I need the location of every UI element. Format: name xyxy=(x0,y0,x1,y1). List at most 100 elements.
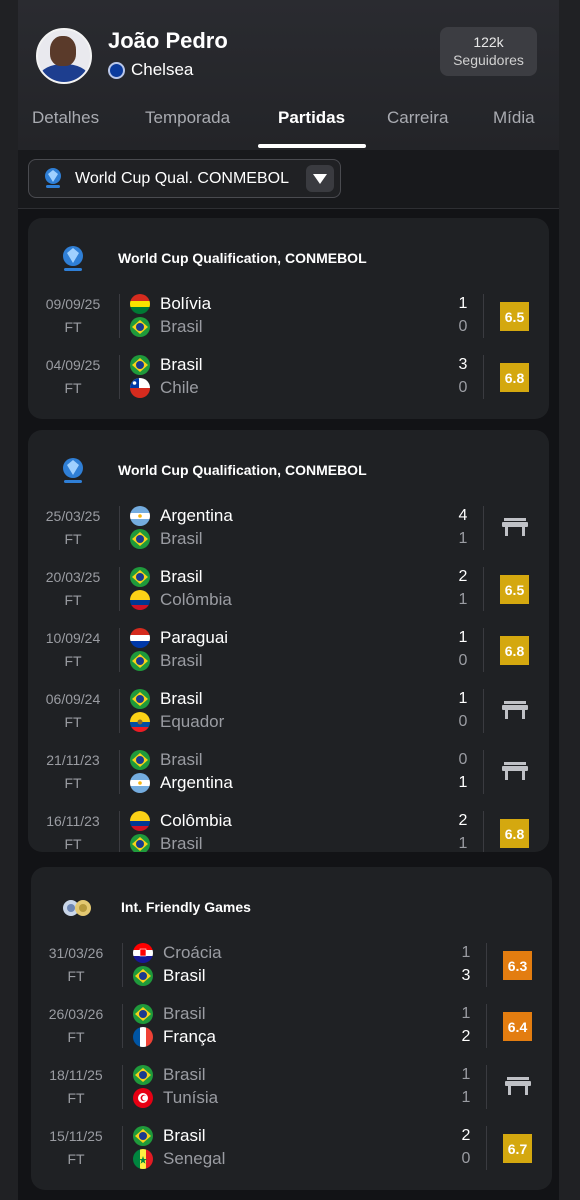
competition-header[interactable]: Int. Friendly Games xyxy=(31,867,552,937)
away-team-name: Senegal xyxy=(163,1149,226,1168)
rating-badge[interactable]: 6.5 xyxy=(500,575,529,604)
match-row[interactable]: 04/09/25 FT Brasil Chile 3 0 6.8 xyxy=(28,349,549,410)
away-team-name: Brasil xyxy=(160,317,203,336)
match-row[interactable]: 10/09/24 FT Paraguai Brasil 1 0 6.8 xyxy=(28,622,549,683)
divider xyxy=(119,294,120,338)
club-name: Chelsea xyxy=(131,60,194,79)
player-name: João Pedro xyxy=(108,28,228,53)
match-row[interactable]: 20/03/25 FT Brasil Colômbia 2 1 6.5 xyxy=(28,561,549,622)
home-team-name: Brasil xyxy=(160,567,203,586)
home-team: Paraguai xyxy=(130,627,228,649)
followers-count: 122k xyxy=(473,34,504,50)
away-team: Brasil xyxy=(133,965,206,987)
profile-tabs: Detalhes Temporada Partidas Carreira Míd… xyxy=(18,96,559,148)
tab-temporada[interactable]: Temporada xyxy=(145,108,230,128)
club-link[interactable]: Chelsea xyxy=(108,60,193,80)
tab-midia[interactable]: Mídia xyxy=(493,108,535,128)
rating-badge[interactable]: 6.7 xyxy=(503,1134,532,1163)
match-row[interactable]: 25/03/25 FT Argentina Brasil 4 1 xyxy=(28,500,549,561)
home-team-name: Brasil xyxy=(160,750,203,769)
away-score: 0 xyxy=(458,652,468,669)
match-row[interactable]: 16/11/23 FT Colômbia Brasil 2 1 6.8 xyxy=(28,805,549,852)
brazil-flag-icon xyxy=(130,651,150,671)
away-score: 2 xyxy=(461,1028,471,1045)
match-date: 09/09/25 xyxy=(45,296,101,312)
match-row[interactable]: 06/09/24 FT Brasil Equador 1 0 xyxy=(28,683,549,744)
home-score: 1 xyxy=(458,629,468,646)
competition-dropdown[interactable]: World Cup Qual. CONMEBOL xyxy=(28,159,341,198)
chevron-down-icon[interactable] xyxy=(306,165,334,192)
brazil-flag-icon xyxy=(130,567,150,587)
match-status: FT xyxy=(64,319,82,335)
match-row[interactable]: 18/11/25 FT Brasil Tunísia 1 1 xyxy=(31,1059,552,1120)
away-team: Chile xyxy=(130,377,199,399)
brazil-flag-icon xyxy=(133,966,153,986)
away-score: 1 xyxy=(458,835,468,852)
rating-badge[interactable]: 6.5 xyxy=(500,302,529,331)
chile-flag-icon xyxy=(130,378,150,398)
bench-icon xyxy=(502,762,528,782)
away-team-name: Argentina xyxy=(160,773,233,792)
conmebol-icon xyxy=(45,167,61,188)
match-row[interactable]: 15/11/25 FT Brasil Senegal 2 0 6.7 xyxy=(31,1120,552,1181)
friendly-games-icon xyxy=(61,897,91,929)
divider xyxy=(122,943,123,987)
home-team: Brasil xyxy=(133,1064,206,1086)
divider xyxy=(119,750,120,794)
home-team: Brasil xyxy=(133,1003,206,1025)
home-team: Brasil xyxy=(130,354,203,376)
rating-badge[interactable]: 6.8 xyxy=(500,636,529,665)
player-avatar[interactable] xyxy=(36,28,92,84)
tab-partidas[interactable]: Partidas xyxy=(278,108,345,128)
match-row[interactable]: 26/03/26 FT Brasil França 1 2 6.4 xyxy=(31,998,552,1059)
match-date: 04/09/25 xyxy=(45,357,101,373)
rating-badge[interactable]: 6.3 xyxy=(503,951,532,980)
away-team-name: Brasil xyxy=(163,966,206,985)
competition-title: World Cup Qualification, CONMEBOL xyxy=(118,250,367,266)
competition-header[interactable]: World Cup Qualification, CONMEBOL xyxy=(28,430,549,500)
home-team: Colômbia xyxy=(130,810,232,832)
chelsea-crest-icon xyxy=(108,61,125,79)
home-team: Argentina xyxy=(130,505,233,527)
competition-dropdown-value: World Cup Qual. CONMEBOL xyxy=(75,169,289,187)
divider xyxy=(483,506,484,550)
match-date: 26/03/26 xyxy=(48,1006,104,1022)
home-score: 2 xyxy=(458,812,468,829)
brazil-flag-icon xyxy=(130,317,150,337)
rating-badge[interactable]: 6.4 xyxy=(503,1012,532,1041)
home-score: 3 xyxy=(458,356,468,373)
competition-card: Int. Friendly Games 31/03/26 FT Croácia Bras… xyxy=(31,867,552,1190)
home-score: 2 xyxy=(458,568,468,585)
away-team-name: Colômbia xyxy=(160,590,232,609)
divider xyxy=(119,567,120,611)
rating-badge[interactable]: 6.8 xyxy=(500,819,529,848)
paraguay-flag-icon xyxy=(130,628,150,648)
brazil-flag-icon xyxy=(130,834,150,852)
match-status: FT xyxy=(67,1029,85,1045)
away-team-name: Tunísia xyxy=(163,1088,219,1107)
match-status: FT xyxy=(64,775,82,791)
followers-button[interactable]: 122k Seguidores xyxy=(440,27,537,76)
home-score: 1 xyxy=(461,1066,471,1083)
rating-badge[interactable]: 6.8 xyxy=(500,363,529,392)
away-score: 0 xyxy=(458,713,468,730)
divider xyxy=(119,506,120,550)
home-team: Brasil xyxy=(130,688,203,710)
competition-header[interactable]: World Cup Qualification, CONMEBOL xyxy=(28,218,549,288)
bench-icon xyxy=(502,701,528,721)
tab-detalhes[interactable]: Detalhes xyxy=(32,108,99,128)
tab-carreira[interactable]: Carreira xyxy=(387,108,448,128)
match-row[interactable]: 09/09/25 FT Bolívia Brasil 1 0 6.5 xyxy=(28,288,549,349)
home-team: Croácia xyxy=(133,942,222,964)
home-team-name: Colômbia xyxy=(160,811,232,830)
colombia-flag-icon xyxy=(130,811,150,831)
away-team: Senegal xyxy=(133,1148,225,1170)
home-team: Brasil xyxy=(133,1125,206,1147)
match-date: 18/11/25 xyxy=(49,1067,103,1083)
away-score: 3 xyxy=(461,967,471,984)
match-row[interactable]: 21/11/23 FT Brasil Argentina 0 1 xyxy=(28,744,549,805)
divider xyxy=(122,1065,123,1109)
away-team: Argentina xyxy=(130,772,233,794)
away-team-name: Brasil xyxy=(160,529,203,548)
match-row[interactable]: 31/03/26 FT Croácia Brasil 1 3 6.3 xyxy=(31,937,552,998)
